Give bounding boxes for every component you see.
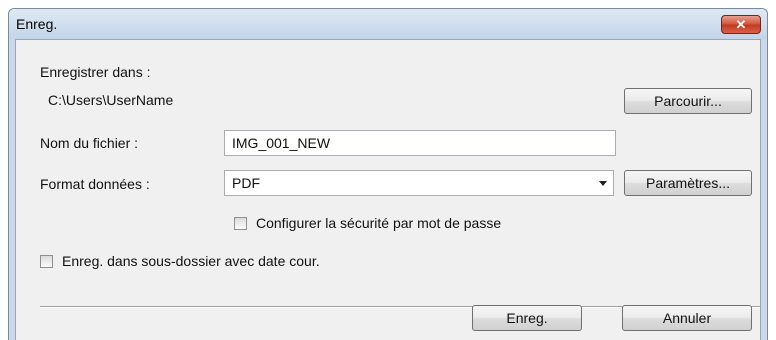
- save-dialog: Enreg. ✕ Enregistrer dans : C:\Users\Use…: [8, 8, 768, 340]
- save-in-path-text: C:\Users\UserName: [48, 92, 174, 108]
- file-name-input[interactable]: IMG_001_NEW: [224, 130, 616, 156]
- password-security-label[interactable]: Configurer la sécurité par mot de passe: [256, 215, 501, 231]
- password-security-checkbox[interactable]: [234, 217, 247, 230]
- chevron-down-icon: [599, 181, 607, 186]
- data-format-value: PDF: [232, 175, 260, 191]
- browse-button[interactable]: Parcourir...: [624, 88, 752, 114]
- cancel-button[interactable]: Annuler: [622, 305, 752, 331]
- subfolder-date-checkbox[interactable]: [40, 255, 53, 268]
- settings-button[interactable]: Paramètres...: [624, 170, 752, 196]
- data-format-label: Format données :: [40, 176, 150, 192]
- file-name-label: Nom du fichier :: [40, 135, 139, 151]
- close-icon: ✕: [735, 17, 747, 32]
- dialog-body: Enregistrer dans : C:\Users\UserName Par…: [15, 39, 761, 340]
- window-title: Enreg.: [16, 16, 58, 32]
- subfolder-date-label[interactable]: Enreg. dans sous-dossier avec date cour.: [62, 253, 320, 269]
- close-button[interactable]: ✕: [721, 15, 761, 34]
- data-format-select[interactable]: PDF: [224, 170, 614, 196]
- save-in-path: C:\Users\UserName: [40, 88, 612, 112]
- save-button[interactable]: Enreg.: [472, 305, 582, 331]
- save-in-label: Enregistrer dans :: [40, 64, 151, 80]
- title-bar[interactable]: Enreg. ✕: [9, 9, 767, 39]
